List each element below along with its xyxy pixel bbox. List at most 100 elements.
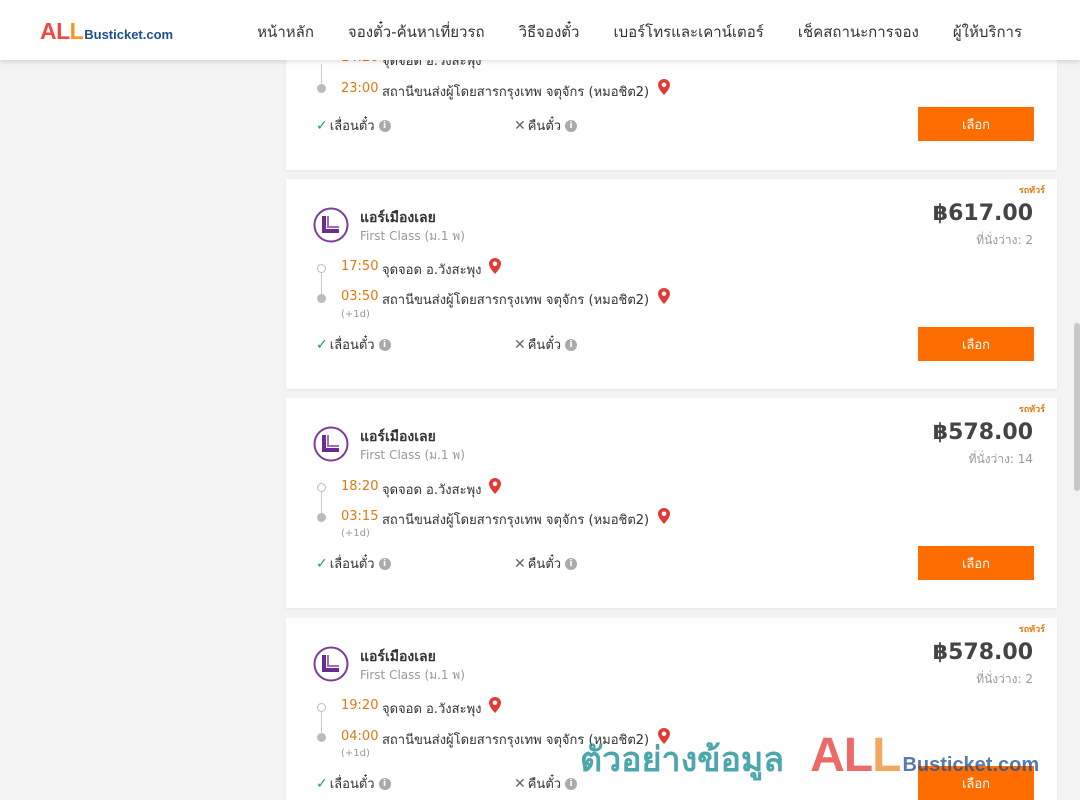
info-icon[interactable]: i (565, 119, 578, 132)
arrive-time: 23:00 (341, 81, 379, 96)
info-icon[interactable]: i (378, 338, 391, 351)
ticket-price: ฿617.00 (932, 201, 1033, 226)
refund-policy: ✕ คืนตั๋ว i (514, 115, 578, 136)
map-pin-icon[interactable] (658, 288, 670, 304)
info-icon[interactable]: i (378, 557, 391, 570)
reschedule-policy: ✓ เลื่อนตั๋ว i (316, 773, 391, 794)
bus-class: First Class (ม.1 พ) (360, 668, 465, 682)
depart-place: จุดจอด อ.วังสะพุง (382, 483, 482, 498)
operator-logo-icon (313, 426, 349, 462)
check-icon: ✓ (316, 117, 328, 134)
trip-card: รถทัวร์ แอร์เมืองเลย First Class (ม.1 พ)… (286, 179, 1057, 389)
depart-time: 17:50 (341, 259, 379, 274)
refund-policy: ✕ คืนตั๋ว i (514, 334, 578, 355)
nav-operators[interactable]: ผู้ให้บริการ (953, 20, 1022, 44)
nav-how-to-book[interactable]: วิธีจองตั๋ว (519, 20, 580, 44)
operator-name: แอร์เมืองเลย (360, 210, 436, 226)
logo-all: ALL (40, 18, 84, 44)
trip-card: รถทัวร์ แอร์เมืองเลย First Class (ม.1 พ)… (286, 398, 1057, 608)
timeline-dot-arrive (317, 294, 326, 303)
timeline-dot-depart (317, 703, 326, 712)
vehicle-tag: รถทัวร์ (1018, 625, 1045, 635)
reschedule-label: เลื่อนตั๋ว (329, 338, 375, 353)
bus-class: First Class (ม.1 พ) (360, 448, 465, 462)
arrive-time: 04:00 (341, 729, 379, 744)
nav-book-search[interactable]: จองตั๋ว-ค้นหาเที่ยวรถ (348, 20, 485, 44)
arrive-place: สถานีขนส่งผู้โดยสารกรุงเทพ จตุจักร (หมอช… (382, 293, 650, 308)
arrive-place: สถานีขนส่งผู้โดยสารกรุงเทพ จตุจักร (หมอช… (382, 513, 650, 528)
map-pin-icon[interactable] (489, 478, 501, 494)
timeline-dot-arrive (317, 84, 326, 93)
refund-label: คืนตั๋ว (527, 557, 562, 572)
watermark-busticket: Busticket.com (902, 754, 1040, 776)
map-pin-icon[interactable] (489, 697, 501, 713)
vehicle-tag: รถทัวร์ (1018, 186, 1045, 196)
nav-phone-counter[interactable]: เบอร์โทรและเคาน์เตอร์ (613, 20, 763, 44)
check-icon: ✓ (316, 336, 328, 353)
nav-home[interactable]: หน้าหลัก (257, 20, 314, 44)
scrollbar-thumb[interactable] (1074, 323, 1080, 491)
reschedule-policy: ✓ เลื่อนตั๋ว i (316, 553, 391, 574)
main-nav: หน้าหลัก จองตั๋ว-ค้นหาเที่ยวรถ วิธีจองตั… (257, 20, 1022, 44)
reschedule-policy: ✓ เลื่อนตั๋ว i (316, 115, 391, 136)
arrive-time: 03:50 (341, 289, 379, 304)
timeline-dot-depart (317, 264, 326, 273)
depart-time: 19:20 (341, 698, 379, 713)
select-button[interactable]: เลือก (918, 107, 1034, 141)
seats-available: ที่นั่งว่าง: 14 (968, 452, 1033, 466)
depart-place: จุดจอด อ.วังสะพุง (382, 702, 482, 717)
seats-available: ที่นั่งว่าง: 2 (976, 672, 1033, 686)
seats-available: ที่นั่งว่าง: 2 (976, 233, 1033, 247)
depart-time: 18:20 (341, 479, 379, 494)
x-icon: ✕ (514, 775, 526, 792)
arrive-time: 03:15 (341, 509, 379, 524)
check-icon: ✓ (316, 555, 328, 572)
x-icon: ✕ (514, 336, 526, 353)
next-day-indicator: (+1d) (341, 309, 370, 320)
operator-logo-icon (313, 207, 349, 243)
nav-check-booking[interactable]: เช็คสถานะการจอง (798, 20, 919, 44)
reschedule-label: เลื่อนตั๋ว (329, 557, 375, 572)
info-icon[interactable]: i (378, 777, 391, 790)
depart-place: จุดจอด อ.วังสะพุง (382, 263, 482, 278)
info-icon[interactable]: i (565, 777, 578, 790)
refund-policy: ✕ คืนตั๋ว i (514, 773, 578, 794)
select-button[interactable]: เลือก (918, 327, 1034, 361)
check-icon: ✓ (316, 775, 328, 792)
operator-name: แอร์เมืองเลย (360, 429, 436, 445)
logo-busticket: Busticket.com (84, 27, 174, 42)
next-day-indicator: (+1d) (341, 528, 370, 539)
info-icon[interactable]: i (565, 338, 578, 351)
refund-label: คืนตั๋ว (527, 777, 562, 792)
x-icon: ✕ (514, 555, 526, 572)
reschedule-label: เลื่อนตั๋ว (329, 777, 375, 792)
operator-logo-icon (313, 646, 349, 682)
watermark-all: ALL (810, 729, 901, 782)
arrive-place: สถานีขนส่งผู้โดยสารกรุงเทพ จตุจักร (หมอช… (382, 85, 650, 100)
info-icon[interactable]: i (378, 119, 391, 132)
timeline-dot-arrive (317, 733, 326, 742)
vehicle-tag: รถทัวร์ (1018, 405, 1045, 415)
select-button[interactable]: เลือก (918, 546, 1034, 580)
x-icon: ✕ (514, 117, 526, 134)
refund-label: คืนตั๋ว (527, 338, 562, 353)
reschedule-label: เลื่อนตั๋ว (329, 119, 375, 134)
timeline-dot-depart (317, 483, 326, 492)
bus-class: First Class (ม.1 พ) (360, 229, 465, 243)
map-pin-icon[interactable] (658, 508, 670, 524)
operator-name: แอร์เมืองเลย (360, 649, 436, 665)
map-pin-icon[interactable] (489, 258, 501, 274)
watermark: ตัวอย่างข้อมูล ALL Busticket.com (580, 728, 1039, 786)
watermark-text: ตัวอย่างข้อมูล (580, 740, 785, 780)
next-day-indicator: (+1d) (341, 748, 370, 759)
reschedule-policy: ✓ เลื่อนตั๋ว i (316, 334, 391, 355)
timeline-dot-arrive (317, 513, 326, 522)
ticket-price: ฿578.00 (932, 640, 1033, 665)
refund-policy: ✕ คืนตั๋ว i (514, 553, 578, 574)
site-header: ALL Busticket.com หน้าหลัก จองตั๋ว-ค้นหา… (0, 0, 1080, 60)
map-pin-icon[interactable] (658, 79, 670, 95)
ticket-price: ฿578.00 (932, 420, 1033, 445)
info-icon[interactable]: i (565, 557, 578, 570)
refund-label: คืนตั๋ว (527, 119, 562, 134)
site-logo[interactable]: ALL Busticket.com (40, 18, 173, 45)
